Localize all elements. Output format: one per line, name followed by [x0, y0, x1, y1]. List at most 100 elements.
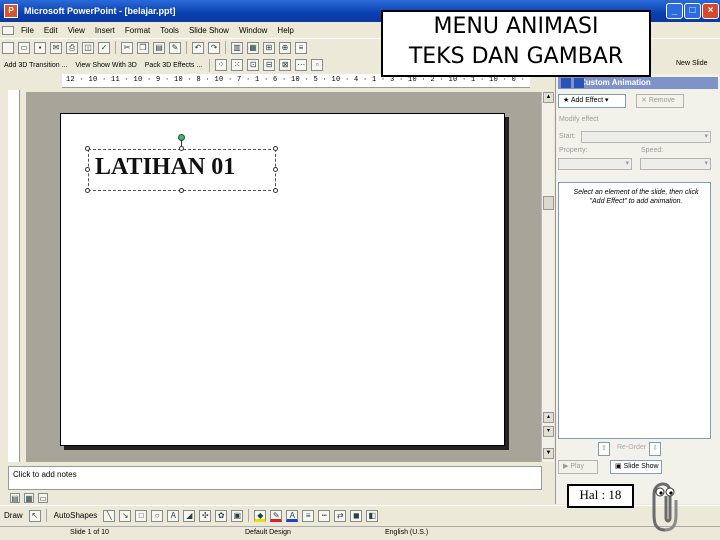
print-icon[interactable]: ⎙	[66, 41, 78, 54]
reorder-label: Re-Order	[617, 444, 647, 451]
view-show-3d-button[interactable]: View Show With 3D	[71, 62, 140, 69]
tool-icon[interactable]: ⊡	[247, 59, 260, 71]
slide-title[interactable]: LATIHAN 01	[95, 154, 235, 181]
expand-all-icon[interactable]: ≡	[295, 41, 307, 54]
open-icon[interactable]: ▭	[18, 41, 30, 54]
oval-icon[interactable]: ○	[151, 509, 164, 522]
reorder-down-icon[interactable]: ⇩	[649, 442, 661, 456]
arrow-style-icon[interactable]: ⇄	[334, 509, 347, 522]
office-assistant-icon[interactable]	[648, 478, 682, 533]
copy-icon[interactable]: ❐	[137, 41, 149, 54]
menu-edit[interactable]: Edit	[39, 26, 63, 35]
new-icon[interactable]	[2, 41, 14, 54]
menu-file[interactable]: File	[16, 26, 39, 35]
menu-insert[interactable]: Insert	[90, 26, 120, 35]
new-slide-button[interactable]: New Slide	[672, 60, 712, 67]
add-3d-transition-button[interactable]: Add 3D Transition ...	[0, 62, 71, 69]
clip-art-icon[interactable]: ✿	[215, 509, 228, 522]
resize-handle[interactable]	[179, 188, 184, 193]
add-effect-label: Add Effect	[570, 97, 604, 104]
wordart-icon[interactable]: ◢	[183, 509, 196, 522]
redo-icon[interactable]: ↷	[208, 41, 220, 54]
dash-style-icon[interactable]: ┅	[318, 509, 331, 522]
font-color-icon[interactable]: A	[286, 509, 299, 522]
speed-dropdown[interactable]	[640, 158, 711, 170]
fill-color-icon[interactable]: ◆	[254, 509, 267, 522]
overlay-line-2: TEKS DAN GAMBAR	[408, 44, 624, 69]
diagram-icon[interactable]: ✣	[199, 509, 212, 522]
vertical-scrollbar[interactable]: ▲ ▴ ▾ ▼	[541, 92, 554, 462]
save-icon[interactable]: ▪	[34, 41, 46, 54]
tool-icon[interactable]: ⁙	[231, 59, 244, 71]
resize-handle[interactable]	[85, 167, 90, 172]
pack-3d-effects-button[interactable]: Pack 3D Effects ...	[141, 62, 206, 69]
scroll-up-icon[interactable]: ▴	[543, 412, 554, 423]
reorder-up-icon[interactable]: ⇧	[598, 442, 610, 456]
notes-pane[interactable]: Click to add notes	[8, 466, 542, 490]
speed-label: Speed:	[641, 147, 664, 154]
slide-show-button[interactable]: ▣ Slide Show	[610, 460, 662, 474]
spelling-icon[interactable]: ✓	[98, 41, 110, 54]
add-effect-button[interactable]: ★ Add Effect ▾	[558, 94, 626, 108]
menu-view[interactable]: View	[63, 26, 90, 35]
close-button[interactable]: ×	[702, 3, 719, 19]
permission-icon[interactable]: ✉	[50, 41, 62, 54]
scroll-thumb[interactable]	[543, 196, 554, 210]
animation-list[interactable]	[558, 182, 711, 439]
resize-handle[interactable]	[179, 146, 184, 151]
scroll-up-icon[interactable]: ▲	[543, 92, 554, 103]
tool-icon[interactable]: ⊟	[263, 59, 276, 71]
slide-sorter-view-icon[interactable]: ▦	[24, 493, 34, 503]
insert-table-icon[interactable]: ▦	[247, 41, 259, 54]
tool-icon[interactable]: ⋯	[295, 59, 308, 71]
insert-hyperlink-icon[interactable]: ⊕	[279, 41, 291, 54]
autoshapes-menu[interactable]: AutoShapes	[50, 511, 102, 520]
minimize-button[interactable]: _	[666, 3, 683, 19]
menu-slide-show[interactable]: Slide Show	[184, 26, 234, 35]
remove-button[interactable]: ✕ Remove	[636, 94, 684, 108]
resize-handle[interactable]	[273, 146, 278, 151]
separator	[186, 41, 187, 54]
menu-window[interactable]: Window	[234, 26, 272, 35]
resize-handle[interactable]	[273, 167, 278, 172]
shadow-style-icon[interactable]: ◼	[350, 509, 363, 522]
normal-view-icon[interactable]: ▤	[10, 493, 20, 503]
undo-icon[interactable]: ↶	[192, 41, 204, 54]
maximize-button[interactable]: □	[684, 3, 701, 19]
menu-tools[interactable]: Tools	[155, 26, 184, 35]
menu-help[interactable]: Help	[272, 26, 298, 35]
scroll-down-icon[interactable]: ▾	[543, 426, 554, 437]
arrow-icon[interactable]: ↘	[119, 509, 132, 522]
resize-handle[interactable]	[85, 146, 90, 151]
rectangle-icon[interactable]: □	[135, 509, 148, 522]
paste-icon[interactable]: ▤	[153, 41, 165, 54]
powerpoint-icon[interactable]: P	[4, 4, 18, 18]
property-dropdown[interactable]	[558, 158, 632, 170]
preview-icon[interactable]: ◫	[82, 41, 94, 54]
menu-format[interactable]: Format	[120, 26, 155, 35]
slide-show-view-icon[interactable]: ▭	[38, 493, 48, 503]
3d-style-icon[interactable]: ◧	[366, 509, 379, 522]
tool-icon[interactable]: ▫	[311, 59, 324, 71]
format-painter-icon[interactable]: ✎	[169, 41, 181, 54]
back-icon[interactable]	[561, 78, 571, 88]
select-objects-icon[interactable]: ↖	[28, 509, 41, 522]
cut-icon[interactable]: ✂	[121, 41, 133, 54]
tool-icon[interactable]: ⊠	[279, 59, 292, 71]
text-box-icon[interactable]: A	[167, 509, 180, 522]
tables-borders-icon[interactable]: ⊞	[263, 41, 275, 54]
resize-handle[interactable]	[273, 188, 278, 193]
line-style-icon[interactable]: ≡	[302, 509, 315, 522]
insert-chart-icon[interactable]: ▥	[231, 41, 243, 54]
line-color-icon[interactable]: ✎	[270, 509, 283, 522]
play-button[interactable]: ▶ Play	[558, 460, 598, 474]
start-dropdown[interactable]	[581, 131, 711, 143]
line-icon[interactable]: ╲	[103, 509, 116, 522]
resize-handle[interactable]	[85, 188, 90, 193]
draw-menu[interactable]: Draw	[0, 511, 27, 520]
document-icon[interactable]	[2, 25, 14, 35]
tool-icon[interactable]: ⁘	[215, 59, 228, 71]
scroll-down-icon[interactable]: ▼	[543, 448, 554, 459]
forward-icon[interactable]	[574, 78, 584, 88]
picture-icon[interactable]: ▣	[231, 509, 244, 522]
